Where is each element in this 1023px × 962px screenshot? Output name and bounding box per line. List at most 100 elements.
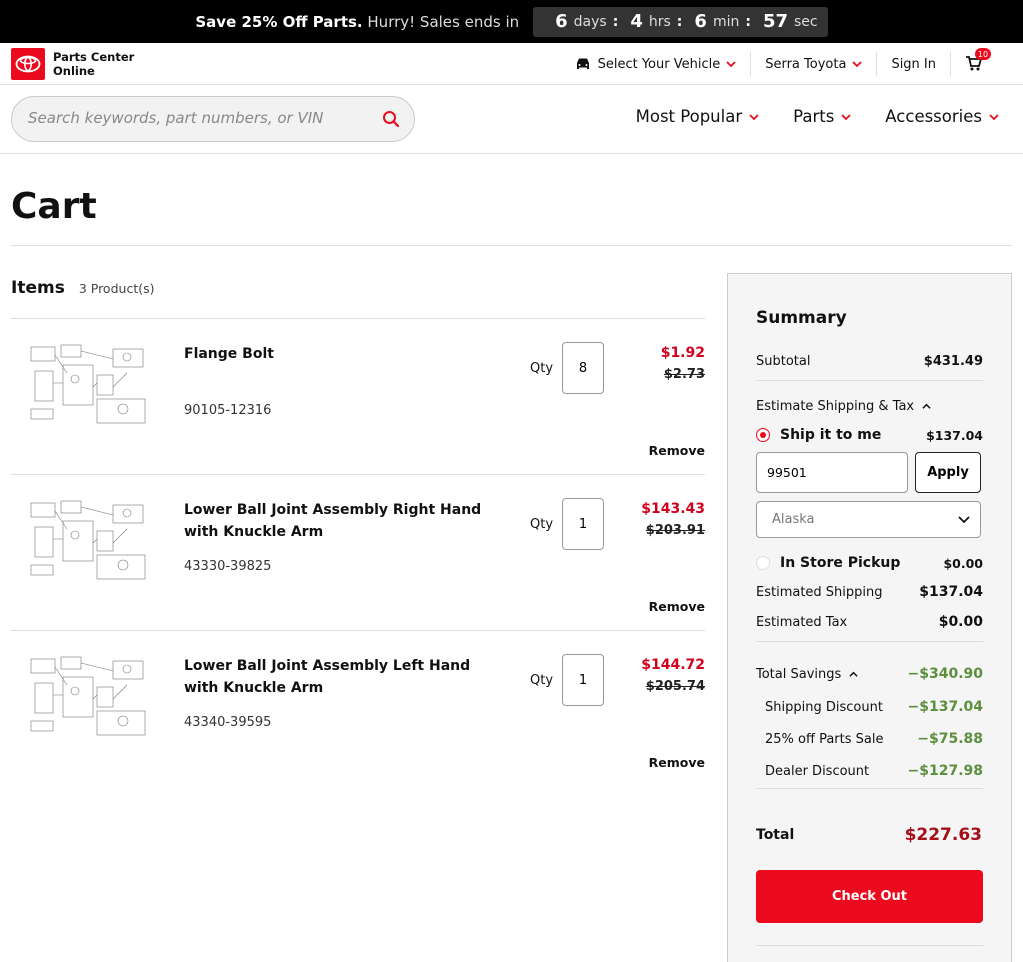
product-name[interactable]: Lower Ball Joint Assembly Left Hand with…: [184, 655, 484, 699]
chevron-down-icon: [852, 61, 863, 68]
quantity-input[interactable]: [562, 654, 604, 706]
nav-accessories-label: Accessories: [885, 107, 982, 126]
checkout-button[interactable]: Check Out: [756, 870, 983, 923]
items-count: 3 Product(s): [78, 281, 155, 296]
in-store-pickup-option[interactable]: In Store Pickup $0.00: [756, 555, 983, 571]
divider: [756, 380, 983, 381]
est-tax-line: Estimated Tax $0.00: [756, 614, 983, 630]
items-heading: Items: [11, 278, 65, 298]
search-row: Most Popular Parts Accessories: [0, 85, 1023, 154]
nav-parts-label: Parts: [793, 107, 835, 126]
cart-item: Flange Bolt 90105-12316 Qty $1.92 $2.73 …: [11, 318, 705, 474]
quantity-input[interactable]: [562, 498, 604, 550]
part-diagram-thumbnail[interactable]: [27, 655, 151, 739]
divider: [756, 641, 983, 642]
timer-sec: 57: [762, 11, 789, 32]
sale-price: $143.43: [641, 501, 705, 517]
zip-input[interactable]: [756, 452, 908, 493]
nav-most-popular[interactable]: Most Popular: [636, 107, 760, 126]
timer-hrs: 4: [630, 11, 643, 32]
chevron-up-icon: [922, 403, 931, 409]
dealer-select-button[interactable]: Serra Toyota: [751, 52, 878, 76]
timer-days: 6: [555, 11, 568, 32]
timer-min: 6: [694, 11, 707, 32]
header-nav: Select Your Vehicle Serra Toyota Sign In…: [560, 43, 993, 85]
summary-title: Summary: [756, 308, 847, 328]
toyota-logo-icon: [15, 55, 41, 73]
timer-sec-label: sec: [794, 13, 818, 30]
pickup-radio[interactable]: [756, 556, 770, 570]
select-vehicle-button[interactable]: Select Your Vehicle: [560, 52, 752, 76]
remove-button[interactable]: Remove: [649, 755, 705, 770]
product-name[interactable]: Flange Bolt: [184, 343, 484, 365]
shipping-discount-line: Shipping Discount −$137.04: [756, 699, 983, 715]
chevron-down-icon: [841, 113, 851, 120]
search-input[interactable]: [28, 109, 358, 127]
apply-button[interactable]: Apply: [915, 452, 981, 493]
promo-rest: Hurry! Sales ends in: [367, 12, 520, 31]
site-name-line2: Online: [53, 64, 95, 78]
sale-label: 25% off Parts Sale: [765, 731, 884, 747]
nav-parts[interactable]: Parts: [793, 107, 851, 126]
divider: [11, 245, 1012, 246]
qty-label: Qty: [530, 361, 554, 376]
cart-button[interactable]: 10: [951, 48, 993, 76]
est-shipping-value: $137.04: [919, 584, 983, 600]
pickup-value: $0.00: [943, 555, 983, 571]
state-value: Alaska: [772, 512, 815, 527]
promo-bar: Save 25% Off Parts. Hurry! Sales ends in…: [0, 0, 1023, 43]
total-savings-toggle[interactable]: Total Savings −$340.90: [756, 666, 983, 682]
toyota-logo[interactable]: [11, 48, 45, 80]
total-value: $227.63: [904, 825, 982, 845]
savings-value: −$340.90: [907, 666, 984, 682]
remove-button[interactable]: Remove: [649, 599, 705, 614]
nav-most-popular-label: Most Popular: [635, 107, 743, 126]
estimate-label: Estimate Shipping & Tax: [756, 399, 915, 414]
timer-hrs-label: hrs: [648, 13, 671, 30]
part-number: 90105-12316: [184, 403, 272, 418]
page-title: Cart: [11, 186, 97, 227]
nav-accessories[interactable]: Accessories: [885, 107, 999, 126]
cart-items: Flange Bolt 90105-12316 Qty $1.92 $2.73 …: [11, 318, 705, 786]
product-name[interactable]: Lower Ball Joint Assembly Right Hand wit…: [184, 499, 484, 543]
part-diagram-thumbnail[interactable]: [27, 499, 151, 583]
countdown-timer: 6 days: 4 hrs: 6 min: 57 sec: [533, 6, 828, 37]
parts-sale-line: 25% off Parts Sale −$75.88: [756, 731, 983, 747]
order-summary: Summary Subtotal $431.49 Estimate Shippi…: [727, 273, 1012, 962]
dealer-discount-line: Dealer Discount −$127.98: [756, 763, 983, 779]
site-name-line1: Parts Center: [53, 50, 135, 64]
subtotal-value: $431.49: [923, 354, 983, 369]
part-diagram-thumbnail[interactable]: [27, 343, 151, 427]
chevron-up-icon: [849, 671, 858, 677]
dealer-discount-label: Dealer Discount: [765, 763, 870, 779]
divider: [756, 945, 983, 946]
timer-min-label: min: [712, 13, 740, 30]
remove-button[interactable]: Remove: [649, 443, 705, 458]
total-label: Total: [756, 827, 795, 843]
car-icon: [576, 58, 589, 69]
chevron-down-icon: [726, 61, 736, 68]
promo-bold: Save 25% Off Parts.: [195, 12, 363, 31]
main-nav: Most Popular Parts Accessories: [636, 107, 999, 126]
qty-label: Qty: [530, 517, 554, 532]
qty-label: Qty: [530, 673, 554, 688]
original-price: $205.74: [645, 679, 705, 694]
dealer-label: Serra Toyota: [765, 56, 847, 72]
ship-radio[interactable]: [756, 428, 770, 442]
dealer-discount-value: −$127.98: [907, 763, 984, 779]
site-name[interactable]: Parts Center Online: [53, 50, 134, 78]
search-icon[interactable]: [382, 110, 400, 128]
est-shipping-label: Estimated Shipping: [756, 584, 883, 600]
promo-message: Save 25% Off Parts. Hurry! Sales ends in: [195, 13, 519, 31]
savings-label: Total Savings: [756, 666, 842, 682]
sign-in-link[interactable]: Sign In: [877, 52, 951, 76]
chevron-down-icon: [958, 516, 970, 524]
timer-days-label: days: [573, 13, 607, 30]
quantity-input[interactable]: [562, 342, 604, 394]
estimate-shipping-toggle[interactable]: Estimate Shipping & Tax: [756, 399, 983, 414]
cart-count-badge: 10: [975, 48, 991, 60]
subtotal-label: Subtotal: [756, 354, 811, 369]
state-select[interactable]: Alaska: [756, 501, 981, 538]
ship-to-me-option[interactable]: Ship it to me $137.04: [756, 427, 983, 443]
items-header: Items 3 Product(s): [11, 278, 154, 298]
